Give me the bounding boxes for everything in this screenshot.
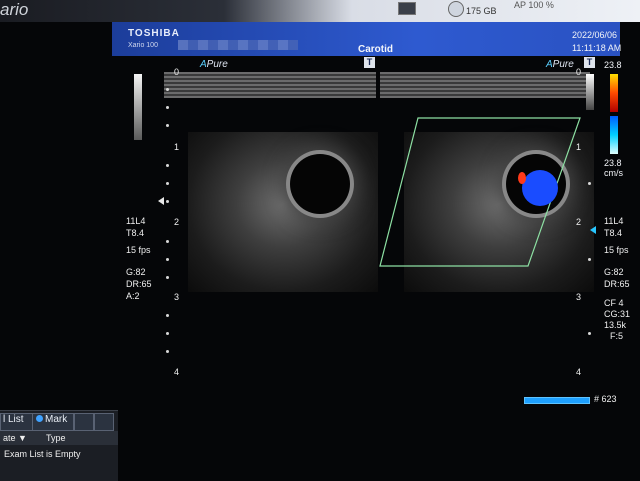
ruler-dot xyxy=(166,200,169,203)
tab-mark[interactable]: Mark xyxy=(32,413,74,431)
exam-list-header: ate ▼ Type xyxy=(0,431,118,445)
color-scale-blue xyxy=(610,116,618,154)
ruler-dot xyxy=(166,276,169,279)
ruler-dot xyxy=(588,182,591,185)
brand-logo: TOSHIBA xyxy=(128,28,180,39)
window-title: ario xyxy=(0,0,29,19)
right-probe: 11L4 xyxy=(604,216,624,226)
drive-icon xyxy=(398,2,416,15)
left-fps: 15 fps xyxy=(126,245,151,255)
ruler-dot xyxy=(166,182,169,185)
patient-name-masked xyxy=(178,40,298,50)
panel-button[interactable] xyxy=(74,413,94,431)
color-scale-red xyxy=(610,74,618,112)
drive-space: 175 GB xyxy=(466,6,497,16)
tab-mark-label: Mark xyxy=(45,414,68,425)
left-dr: DR:65 xyxy=(126,279,152,289)
left-gain: G:82 xyxy=(126,267,146,277)
header-time: 11:11:18 AM xyxy=(572,43,622,53)
depth-mark-2-left: 2 xyxy=(174,217,180,227)
frame-number: # 623 xyxy=(594,394,617,404)
ruler-dot xyxy=(166,332,169,335)
depth-mark-0-right: 0 xyxy=(576,67,582,77)
depth-mark-1-right: 1 xyxy=(576,142,582,152)
color-scale-bottom: 23.8 xyxy=(604,158,622,168)
model-name: Xario 100 xyxy=(128,42,158,49)
ultrasound-image-area xyxy=(158,62,598,392)
ruler-dot xyxy=(588,332,591,335)
depth-mark-4-right: 4 xyxy=(576,367,582,377)
left-freq: T8.4 xyxy=(126,228,145,238)
ruler-dot xyxy=(166,258,169,261)
ruler-dot xyxy=(166,164,169,167)
right-prf: 13.5k xyxy=(604,320,627,330)
depth-mark-0-left: 0 xyxy=(174,67,180,77)
right-cg: CG:31 xyxy=(604,309,631,319)
ruler-dot xyxy=(166,106,169,109)
right-fps: 15 fps xyxy=(604,245,629,255)
tab-exam-list[interactable]: l List xyxy=(0,413,34,431)
left-vessel-lumen xyxy=(290,154,350,214)
col-date[interactable]: ate ▼ xyxy=(3,433,27,443)
preset-name: Carotid xyxy=(358,44,393,55)
color-scale-unit: cm/s xyxy=(604,168,623,178)
focus-marker-left xyxy=(158,197,164,205)
ruler-dot xyxy=(166,350,169,353)
right-cf: CF 4 xyxy=(604,298,624,308)
col-type[interactable]: Type xyxy=(46,433,66,443)
right-f: F:5 xyxy=(610,331,624,341)
ruler-dot xyxy=(166,240,169,243)
depth-mark-3-left: 3 xyxy=(174,292,180,302)
depth-mark-2-right: 2 xyxy=(576,217,582,227)
header-date: 2022/06/06 xyxy=(572,30,618,40)
exam-list-empty: Exam List is Empty xyxy=(4,449,81,459)
grayscale-bar xyxy=(134,74,142,140)
right-dr: DR:65 xyxy=(604,279,630,289)
depth-mark-1-left: 1 xyxy=(174,142,180,152)
mark-radio-icon xyxy=(36,415,43,422)
depth-mark-3-right: 3 xyxy=(576,292,582,302)
globe-icon xyxy=(448,1,464,17)
ruler-dot xyxy=(588,258,591,261)
color-scale-top: 23.8 xyxy=(604,60,622,70)
left-probe: 11L4 xyxy=(126,216,146,226)
grayscale-bar-right xyxy=(586,74,594,110)
color-flow-roi[interactable] xyxy=(378,116,582,268)
top-right-status: AP 100 % xyxy=(514,0,554,10)
cine-bar[interactable] xyxy=(524,397,590,404)
ruler-dot xyxy=(166,88,169,91)
left-tissue-band xyxy=(164,72,376,98)
right-tissue-band xyxy=(380,72,590,98)
left-bmode-image xyxy=(188,132,378,292)
depth-mark-4-left: 4 xyxy=(174,367,180,377)
ruler-dot xyxy=(166,314,169,317)
focus-marker-right xyxy=(590,226,596,234)
right-freq: T8.4 xyxy=(604,228,623,238)
left-a: A:2 xyxy=(126,291,140,301)
ruler-dot xyxy=(166,124,169,127)
panel-button[interactable] xyxy=(94,413,114,431)
right-gain: G:82 xyxy=(604,267,624,277)
